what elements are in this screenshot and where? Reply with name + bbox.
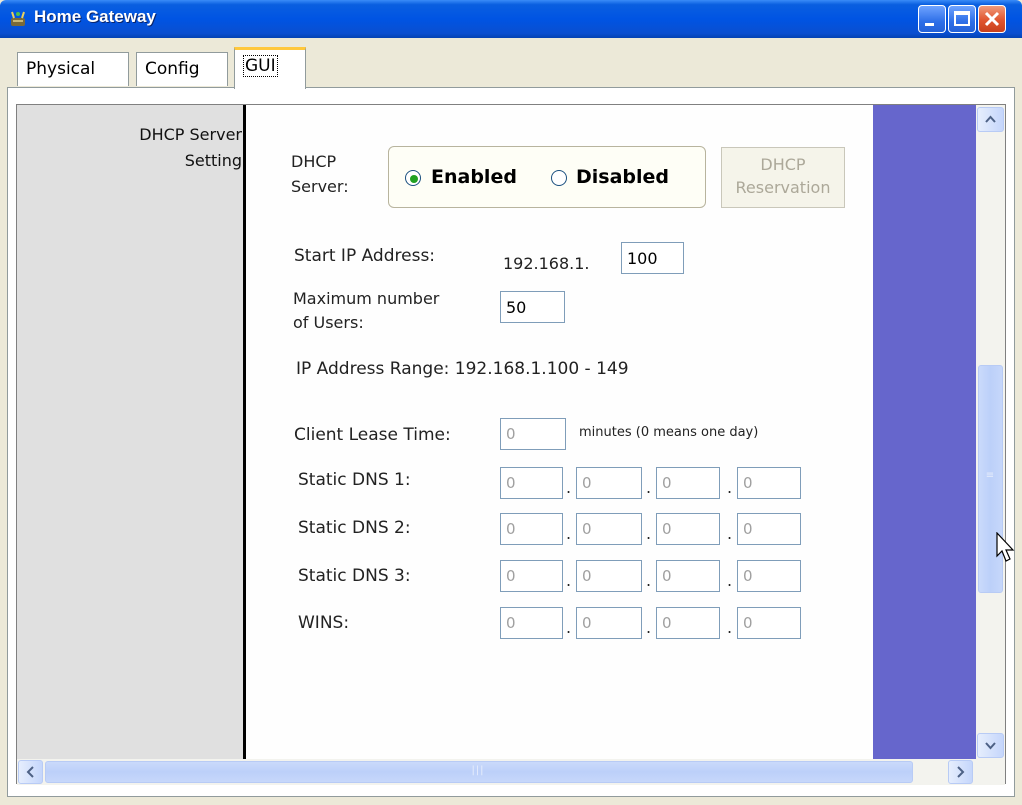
close-button[interactable] [978, 5, 1006, 33]
close-icon [984, 11, 1000, 27]
tab-physical[interactable]: Physical [17, 52, 129, 86]
tab-physical-label: Physical [26, 59, 96, 79]
max-users-input[interactable]: 50 [500, 291, 565, 323]
maximize-icon [954, 11, 970, 26]
octet-separator: . [646, 618, 652, 637]
dns2-octet1[interactable]: 0 [500, 513, 563, 545]
max-users-label-line1: Maximum number [293, 289, 440, 308]
scroll-right-button[interactable] [948, 760, 973, 784]
octet-separator: . [727, 478, 733, 497]
tab-gui[interactable]: GUI [234, 47, 306, 89]
wins-octet2[interactable]: 0 [576, 607, 642, 639]
disabled-radio[interactable] [551, 170, 567, 186]
wins-octet4[interactable]: 0 [737, 607, 801, 639]
chevron-left-icon [26, 766, 34, 778]
chevron-down-icon [985, 742, 996, 750]
disabled-label[interactable]: Disabled [576, 166, 669, 188]
radio-selected-dot [410, 175, 418, 183]
section-title-line1: DHCP Server [139, 125, 242, 144]
enabled-radio[interactable] [405, 170, 421, 186]
dns2-octet4[interactable]: 0 [737, 513, 801, 545]
thumb-grip-icon: ||| [471, 765, 485, 776]
start-ip-input[interactable]: 100 [621, 242, 684, 274]
octet-separator: . [727, 571, 733, 590]
dns3-octet3[interactable]: 0 [656, 560, 720, 592]
mouse-cursor-icon [996, 532, 1015, 562]
dhcp-reservation-label-line1: DHCP [760, 155, 806, 174]
dns1-octet3[interactable]: 0 [656, 467, 720, 499]
wins-octet3[interactable]: 0 [656, 607, 720, 639]
tab-config-label: Config [145, 59, 200, 79]
start-ip-label: Start IP Address: [294, 246, 436, 266]
ip-range-text: IP Address Range: 192.168.1.100 - 149 [296, 359, 629, 379]
section-sidebar [17, 105, 245, 759]
tab-gui-label: GUI [243, 55, 278, 77]
scroll-left-button[interactable] [18, 760, 43, 784]
chevron-up-icon [985, 115, 996, 123]
octet-separator: . [646, 571, 652, 590]
dns3-octet1[interactable]: 0 [500, 560, 563, 592]
maximize-button[interactable] [948, 5, 976, 33]
dns2-label: Static DNS 2: [298, 518, 411, 538]
chevron-right-icon [957, 766, 965, 778]
lease-time-label: Client Lease Time: [294, 425, 451, 445]
dhcp-reservation-label-line2: Reservation [735, 178, 831, 197]
octet-separator: . [566, 478, 572, 497]
dns1-octet1[interactable]: 0 [500, 467, 563, 499]
scroll-down-button[interactable] [977, 733, 1004, 758]
wins-label: WINS: [298, 613, 350, 633]
octet-separator: . [646, 524, 652, 543]
octet-separator: . [566, 524, 572, 543]
dns1-label: Static DNS 1: [298, 470, 411, 490]
start-ip-prefix: 192.168.1. [503, 254, 590, 273]
lease-time-input[interactable]: 0 [500, 418, 566, 450]
dns3-octet4[interactable]: 0 [737, 560, 801, 592]
scroll-up-button[interactable] [977, 107, 1004, 132]
dns1-octet4[interactable]: 0 [737, 467, 801, 499]
dns1-octet2[interactable]: 0 [576, 467, 642, 499]
octet-separator: . [727, 618, 733, 637]
section-title-line2: Setting [184, 151, 242, 170]
dns2-octet2[interactable]: 0 [576, 513, 642, 545]
enabled-label[interactable]: Enabled [431, 166, 517, 188]
dns3-label: Static DNS 3: [298, 566, 411, 586]
tab-config[interactable]: Config [136, 52, 228, 86]
dhcp-server-label-line2: Server: [291, 177, 349, 196]
dhcp-server-label-line1: DHCP [291, 152, 337, 171]
router-icon [11, 11, 25, 26]
octet-separator: . [566, 618, 572, 637]
octet-separator: . [566, 571, 572, 590]
octet-separator: . [646, 478, 652, 497]
max-users-label-line2: of Users: [293, 313, 364, 332]
lease-time-hint: minutes (0 means one day) [579, 425, 759, 440]
thumb-grip-icon: ≡ [985, 470, 996, 481]
horizontal-scroll-thumb[interactable]: ||| [45, 761, 913, 783]
wins-octet1[interactable]: 0 [500, 607, 563, 639]
dhcp-reservation-button[interactable]: DHCP Reservation [721, 147, 845, 208]
dns2-octet3[interactable]: 0 [656, 513, 720, 545]
minimize-icon [925, 23, 934, 26]
octet-separator: . [727, 524, 733, 543]
dns3-octet2[interactable]: 0 [576, 560, 642, 592]
right-panel [873, 105, 976, 759]
minimize-button[interactable] [918, 5, 946, 33]
window-title: Home Gateway [34, 7, 156, 26]
